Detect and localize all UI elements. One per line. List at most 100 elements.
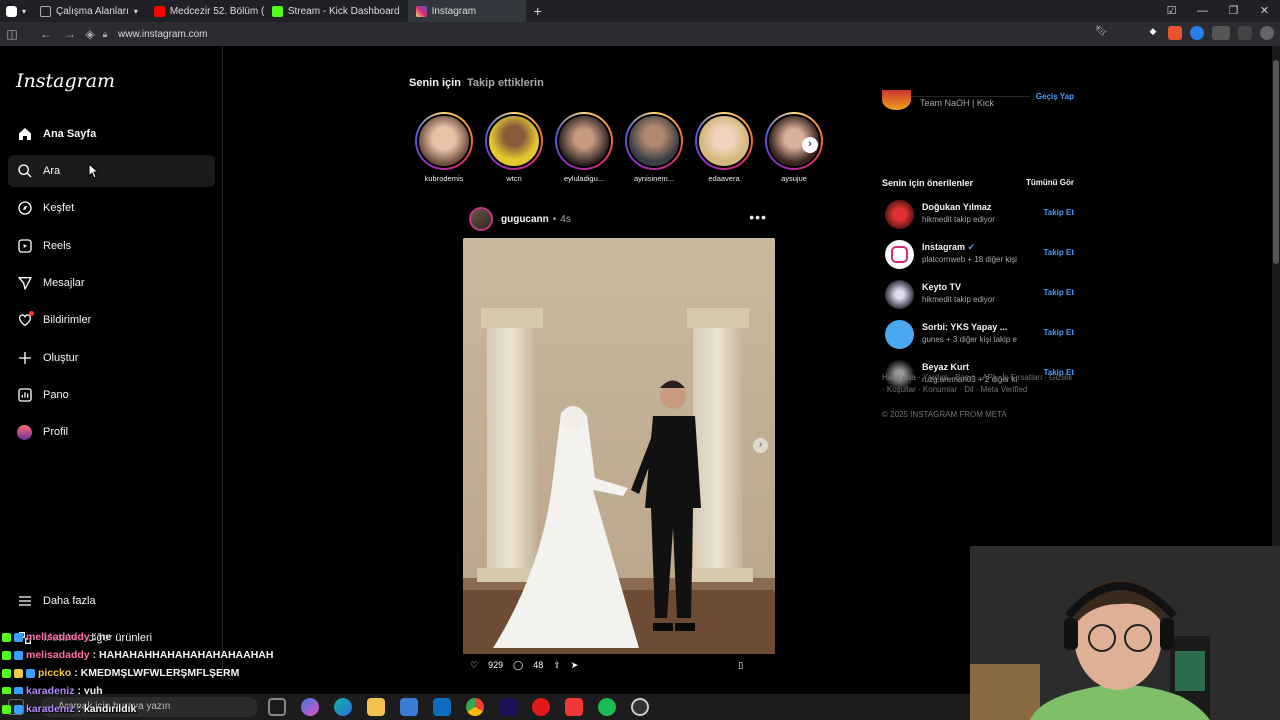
store-icon[interactable] (400, 698, 418, 716)
story-avatar (557, 114, 611, 168)
bookmark-icon[interactable]: 🔖︎ (1095, 26, 1108, 37)
panel-toggle-icon[interactable]: ◫ (0, 27, 24, 41)
menu-icon (16, 593, 33, 610)
see-all-button[interactable]: Tümünü Gör (1026, 178, 1074, 187)
nav-notifications[interactable]: Bildirimler (8, 304, 215, 336)
follow-button[interactable]: Takip Et (1043, 208, 1074, 217)
follow-button[interactable]: Takip Et (1043, 328, 1074, 337)
send-post-icon[interactable]: ➤ (571, 660, 579, 671)
follow-button[interactable]: Takip Et (1043, 248, 1074, 257)
share-icon[interactable]: ⇪ (553, 660, 561, 671)
nav-profile[interactable]: Profil (8, 416, 215, 448)
story-item[interactable]: edaavera (694, 112, 754, 183)
restore-icon[interactable]: ❐ (1218, 0, 1249, 22)
obs-icon[interactable] (631, 698, 649, 716)
spotify-icon[interactable] (598, 698, 616, 716)
footer-links[interactable]: Hakkında · Yardım · Basın · API · İş Fır… (882, 372, 1074, 396)
chat-text: : kandırıldık (77, 703, 137, 715)
more-options-icon[interactable]: ••• (749, 209, 767, 225)
story-item[interactable]: aynisinem... (624, 112, 684, 183)
minimize-icon[interactable]: — (1187, 0, 1218, 22)
file-explorer-icon[interactable] (367, 698, 385, 716)
story-item[interactable]: eyluladigu... (554, 112, 614, 183)
story-username: aysujue (781, 174, 807, 183)
chat-username[interactable]: melisadaddy (26, 631, 90, 643)
suggestion-avatar[interactable] (885, 240, 914, 269)
new-tab-button[interactable]: + (526, 0, 550, 22)
chat-username[interactable]: piccko (38, 667, 71, 679)
back-icon[interactable]: ← (34, 27, 58, 41)
save-icon[interactable]: ▯ (738, 660, 743, 671)
nav-create[interactable]: Oluştur (8, 342, 215, 374)
suggestion-name[interactable]: Doğukan Yılmaz (922, 202, 991, 212)
tab-kick[interactable]: Stream - Kick Dashboard (264, 0, 408, 22)
suggestion-name[interactable]: Beyaz Kurt (922, 362, 969, 372)
nav-label: Oluştur (43, 352, 79, 364)
vivaldi-taskbar-icon[interactable] (565, 698, 583, 716)
nav-explore[interactable]: Keşfet (8, 192, 215, 224)
nav-more[interactable]: Daha fazla (8, 585, 215, 617)
extension-dot-icon[interactable]: ◆ (1146, 26, 1160, 40)
edge-icon[interactable] (334, 698, 352, 716)
chat-username[interactable]: karadeniz (26, 703, 74, 715)
follow-button[interactable]: Takip Et (1043, 288, 1074, 297)
extension-red-icon[interactable] (1168, 26, 1182, 40)
instagram-logo[interactable]: Instagram (16, 70, 115, 92)
account-avatar[interactable] (882, 90, 911, 110)
forward-icon[interactable]: → (58, 27, 82, 41)
suggestion-name[interactable]: Sorbi: YKS Yapay ... (922, 322, 1007, 332)
tab-label: Çalışma Alanları (56, 5, 129, 17)
nav-home[interactable]: Ana Sayfa (8, 118, 215, 150)
outlook-icon[interactable] (433, 698, 451, 716)
profile-icon[interactable] (1260, 26, 1274, 40)
nav-messages[interactable]: Mesajlar (8, 267, 215, 299)
post-author-avatar[interactable] (469, 207, 493, 231)
suggestion-avatar[interactable] (885, 200, 914, 229)
post-image[interactable] (463, 238, 775, 654)
vip-badge-icon (14, 668, 23, 678)
shield-icon[interactable]: ◈ (82, 27, 98, 41)
premiere-icon[interactable] (499, 698, 517, 716)
story-item[interactable]: wtcn (484, 112, 544, 183)
subscriber-badge-icon (14, 650, 23, 660)
like-icon[interactable]: ♡ (470, 660, 478, 671)
dashboard-icon (16, 387, 33, 404)
suggestion-avatar[interactable] (885, 280, 914, 309)
tab-youtube[interactable]: Medcezir 52. Bölüm (4K) - V (146, 0, 264, 22)
compass-icon (16, 200, 33, 217)
switch-account-button[interactable]: Geçiş Yap (1036, 92, 1074, 101)
nav-search[interactable]: Ara (8, 155, 215, 187)
vpn-icon[interactable] (1212, 26, 1230, 40)
close-icon[interactable]: ✕ (1249, 0, 1280, 22)
opera-icon[interactable] (532, 698, 550, 716)
browser-tabbar: ▾ Çalışma Alanları ▾ Medcezir 52. Bölüm … (0, 0, 1280, 22)
nav-label: Ara (43, 165, 61, 177)
chrome-icon[interactable] (466, 698, 484, 716)
comment-icon[interactable]: ◯ (513, 660, 523, 671)
scrollbar-thumb[interactable] (1273, 60, 1279, 264)
story-username: aynisinem... (633, 174, 675, 183)
account-subtitle: Team NaOH | Kick (920, 98, 994, 108)
story-username: wtcn (506, 174, 522, 183)
suggestion-name[interactable]: Keyto TV (922, 282, 961, 292)
nav-reels[interactable]: Reels (8, 230, 215, 262)
post-username[interactable]: gugucann (501, 214, 549, 225)
chat-username[interactable]: melisadaddy (26, 649, 90, 661)
chat-text: : HAHAHAHHAHAHAHAHAHAAHAH (92, 649, 274, 661)
nav-dashboard[interactable]: Pano (8, 379, 215, 411)
suggestion-avatar[interactable] (885, 320, 914, 349)
carousel-next-button[interactable]: › (753, 438, 768, 453)
story-item[interactable]: kubrodemis (414, 112, 474, 183)
suggestion-name[interactable]: Instagram ✔ (922, 242, 975, 253)
extension-blue-icon[interactable] (1190, 26, 1204, 40)
stories-next-button[interactable]: › (802, 137, 818, 153)
calculator-icon[interactable] (1238, 26, 1252, 40)
tabs-overview-icon[interactable]: ☑ (1156, 0, 1187, 22)
suggestion-subtitle: hikmedit takip ediyor (922, 295, 995, 304)
tab-following[interactable]: Takip ettiklerin (467, 77, 544, 89)
browser-menu-button[interactable]: ▾ (0, 0, 32, 22)
url-field[interactable]: www.instagram.com (118, 29, 207, 40)
tab-instagram[interactable]: Instagram (407, 0, 526, 22)
tab-workspaces[interactable]: Çalışma Alanları ▾ (32, 0, 146, 22)
tab-for-you[interactable]: Senin için (409, 77, 461, 89)
